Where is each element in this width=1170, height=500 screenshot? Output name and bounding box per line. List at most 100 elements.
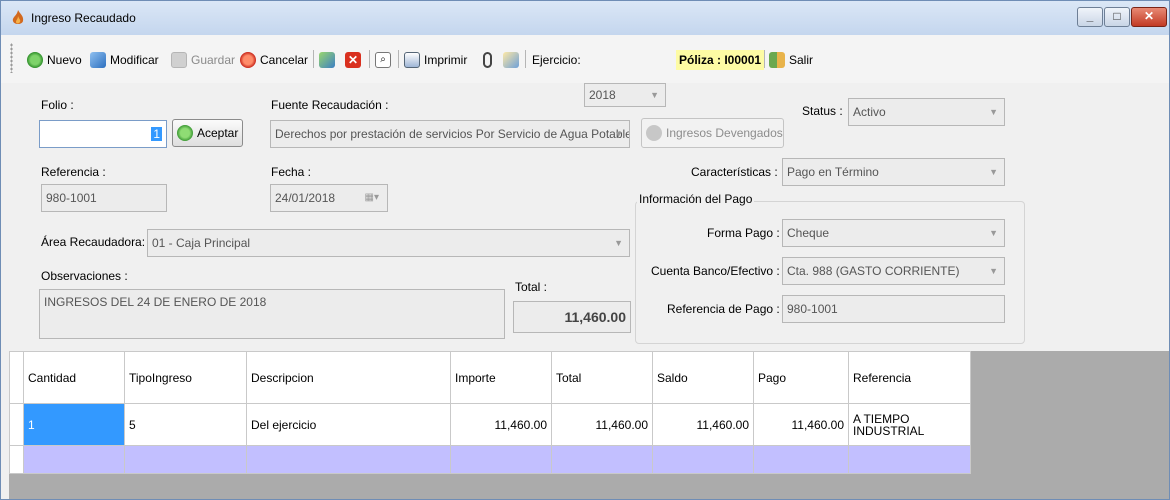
new-cell[interactable] bbox=[246, 445, 451, 474]
binoculars-icon: ⌕ bbox=[375, 52, 391, 68]
fecha-value: 24/01/2018 bbox=[275, 191, 336, 205]
referencia-input[interactable]: 980-1001 bbox=[41, 184, 167, 212]
ingresos-devengados-button[interactable]: Ingresos Devengados bbox=[641, 118, 784, 148]
cell-total[interactable]: 11,460.00 bbox=[551, 403, 653, 446]
app-flame-icon bbox=[12, 10, 24, 24]
new-cell[interactable] bbox=[124, 445, 247, 474]
fuente-value: Derechos por prestación de servicios Por… bbox=[275, 127, 630, 141]
caracteristicas-select[interactable]: Pago en Término ▼ bbox=[782, 158, 1005, 186]
refresh-icon bbox=[319, 52, 335, 68]
document-button[interactable] bbox=[503, 49, 523, 71]
delete-button[interactable]: ✕ bbox=[345, 49, 365, 71]
toolbar-separator bbox=[525, 50, 526, 68]
cell-tipoingreso[interactable]: 5 bbox=[124, 403, 247, 446]
total-value-field: 11,460.00 bbox=[513, 301, 631, 333]
total-label: Total : bbox=[515, 280, 548, 294]
guardar-button[interactable]: Guardar bbox=[171, 49, 235, 71]
imprimir-button[interactable]: Imprimir bbox=[404, 49, 467, 71]
search-button[interactable]: ⌕ bbox=[375, 49, 395, 71]
new-cell[interactable] bbox=[450, 445, 552, 474]
caracteristicas-label: Características : bbox=[691, 165, 778, 179]
chevron-down-icon: ▼ bbox=[650, 90, 659, 100]
column-header-tipoingreso[interactable]: TipoIngreso bbox=[124, 351, 247, 404]
chevron-down-icon: ▼ bbox=[989, 167, 998, 177]
folio-input[interactable]: 1 bbox=[39, 120, 167, 148]
row-header-corner[interactable] bbox=[9, 351, 24, 404]
nuevo-button[interactable]: Nuevo bbox=[27, 49, 82, 71]
chevron-down-icon: ▼ bbox=[989, 228, 998, 238]
column-header-saldo[interactable]: Saldo bbox=[652, 351, 754, 404]
cell-importe[interactable]: 11,460.00 bbox=[450, 403, 552, 446]
poliza-badge: Póliza : I00001 bbox=[676, 50, 765, 70]
new-cell[interactable] bbox=[848, 445, 971, 474]
column-header-descripcion[interactable]: Descripcion bbox=[246, 351, 451, 404]
close-button[interactable]: ✕ bbox=[1131, 7, 1167, 27]
column-header-cantidad[interactable]: Cantidad bbox=[23, 351, 125, 404]
salir-label: Salir bbox=[789, 53, 814, 67]
observaciones-textarea[interactable]: INGRESOS DEL 24 DE ENERO DE 2018 bbox=[39, 289, 505, 339]
cuenta-select[interactable]: Cta. 988 (GASTO CORRIENTE) ▼ bbox=[782, 257, 1005, 285]
folio-label: Folio : bbox=[41, 98, 74, 112]
column-header-importe[interactable]: Importe bbox=[450, 351, 552, 404]
column-header-total[interactable]: Total bbox=[551, 351, 653, 404]
toolbar-grip[interactable] bbox=[10, 43, 13, 73]
fecha-input[interactable]: 24/01/2018 ▦▾ bbox=[270, 184, 388, 212]
chevron-down-icon: ▼ bbox=[614, 238, 623, 248]
total-value: 11,460.00 bbox=[564, 309, 626, 325]
attach-button[interactable] bbox=[483, 49, 496, 71]
calendar-icon[interactable]: ▦▾ bbox=[365, 185, 379, 211]
row-header[interactable] bbox=[9, 403, 24, 446]
close-icon: ✕ bbox=[1143, 9, 1155, 23]
column-header-pago[interactable]: Pago bbox=[753, 351, 849, 404]
delete-x-icon: ✕ bbox=[345, 52, 361, 68]
cancel-icon bbox=[240, 52, 256, 68]
new-cell[interactable] bbox=[23, 445, 125, 474]
cell-pago[interactable]: 11,460.00 bbox=[753, 403, 849, 446]
detail-grid: Cantidad TipoIngreso Descripcion Importe… bbox=[9, 351, 1169, 499]
cell-cantidad[interactable]: 1 bbox=[23, 403, 125, 446]
forma-pago-select[interactable]: Cheque ▼ bbox=[782, 219, 1005, 247]
area-value: 01 - Caja Principal bbox=[152, 236, 251, 250]
add-circle-icon bbox=[27, 52, 43, 68]
check-icon bbox=[177, 125, 193, 141]
toolbar: Nuevo Modificar Guardar Cancelar ✕ ⌕ Imp… bbox=[1, 35, 1169, 107]
document-icon bbox=[503, 52, 519, 68]
chevron-down-icon: ▼ bbox=[989, 266, 998, 276]
caracteristicas-value: Pago en Término bbox=[787, 165, 879, 179]
cell-descripcion[interactable]: Del ejercicio bbox=[246, 403, 451, 446]
new-cell[interactable] bbox=[753, 445, 849, 474]
referencia-pago-input[interactable]: 980-1001 bbox=[782, 295, 1005, 323]
modificar-button[interactable]: Modificar bbox=[90, 49, 159, 71]
ingresos-devengados-label: Ingresos Devengados bbox=[666, 126, 783, 140]
fuente-select[interactable]: Derechos por prestación de servicios Por… bbox=[270, 120, 630, 148]
detail-table: Cantidad TipoIngreso Descripcion Importe… bbox=[9, 351, 971, 474]
refresh-button[interactable] bbox=[319, 49, 339, 71]
main-window: Ingreso Recaudado _ □ ✕ Nuevo Modificar … bbox=[0, 0, 1170, 500]
salir-button[interactable]: Salir bbox=[769, 49, 813, 71]
fuente-label: Fuente Recaudación : bbox=[271, 98, 389, 112]
aceptar-button[interactable]: Aceptar bbox=[172, 119, 243, 147]
cuenta-value: Cta. 988 (GASTO CORRIENTE) bbox=[787, 264, 960, 278]
new-cell[interactable] bbox=[551, 445, 653, 474]
cancelar-label: Cancelar bbox=[260, 53, 309, 67]
table-row[interactable]: 1 5 Del ejercicio 11,460.00 11,460.00 11… bbox=[9, 403, 971, 446]
cell-referencia[interactable]: A TIEMPO INDUSTRIAL bbox=[848, 403, 971, 446]
new-cell[interactable] bbox=[652, 445, 754, 474]
row-header[interactable] bbox=[9, 445, 24, 474]
column-header-referencia[interactable]: Referencia bbox=[848, 351, 971, 404]
toolbar-separator bbox=[369, 50, 370, 68]
cancelar-button[interactable]: Cancelar bbox=[240, 49, 308, 71]
area-select[interactable]: 01 - Caja Principal ▼ bbox=[147, 229, 630, 257]
cell-saldo[interactable]: 11,460.00 bbox=[652, 403, 754, 446]
minimize-button[interactable]: _ bbox=[1077, 7, 1103, 27]
save-icon bbox=[171, 52, 187, 68]
ejercicio-select[interactable]: 2018 ▼ bbox=[584, 83, 666, 107]
maximize-button[interactable]: □ bbox=[1104, 7, 1130, 27]
new-row[interactable] bbox=[9, 445, 971, 474]
toolbar-separator bbox=[313, 50, 314, 68]
guardar-label: Guardar bbox=[191, 53, 236, 67]
toolbar-separator bbox=[398, 50, 399, 68]
status-select[interactable]: Activo ▼ bbox=[848, 98, 1005, 126]
printer-icon bbox=[404, 52, 420, 68]
status-value: Activo bbox=[853, 105, 886, 119]
